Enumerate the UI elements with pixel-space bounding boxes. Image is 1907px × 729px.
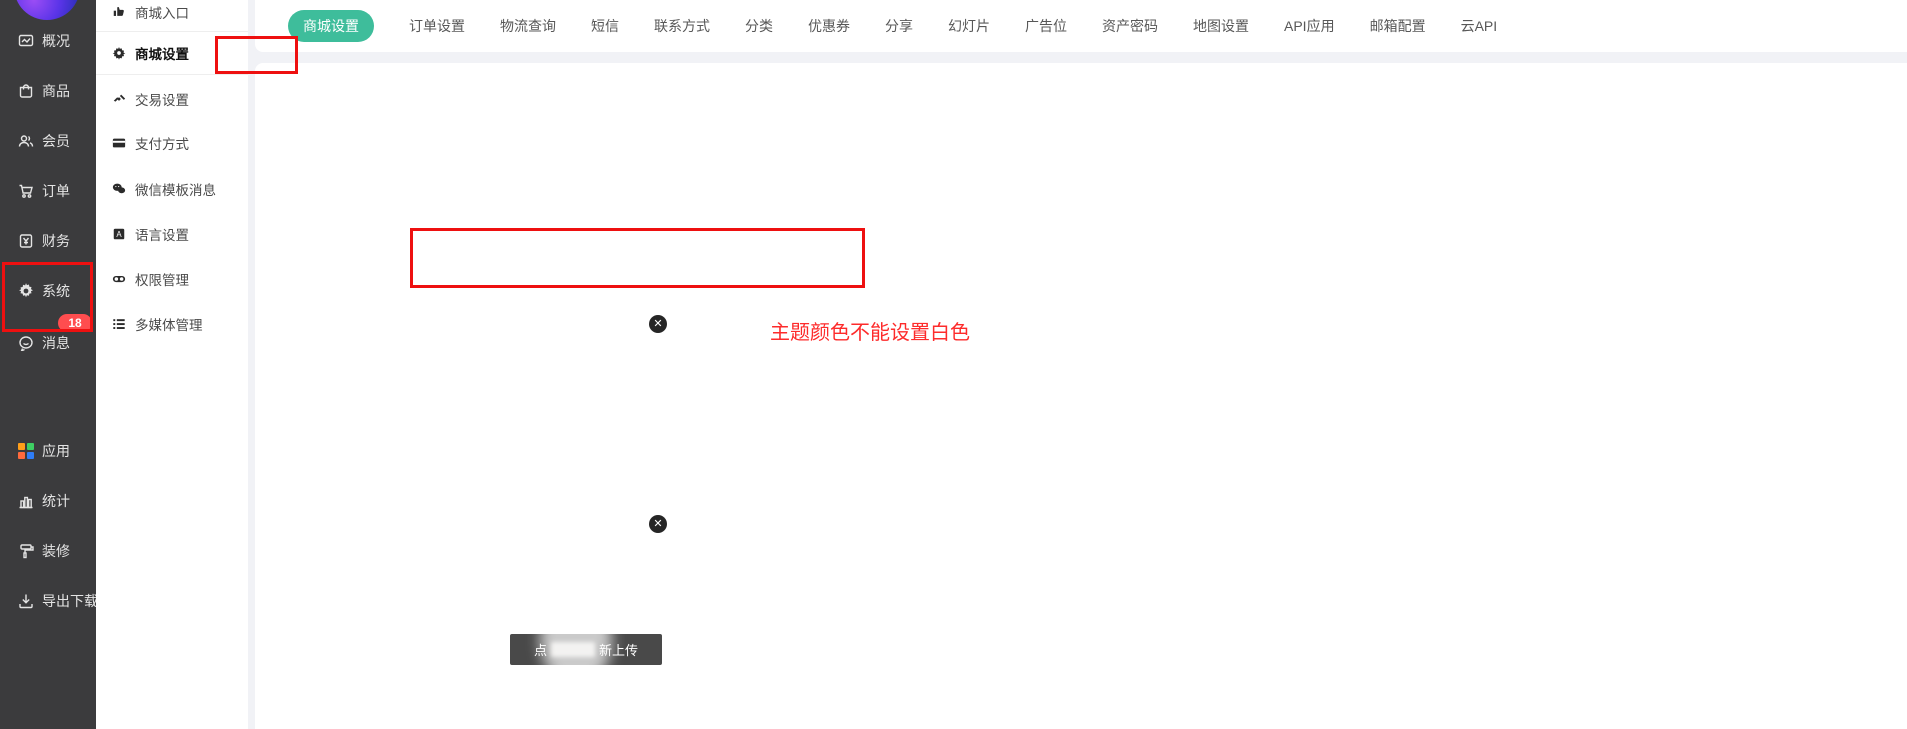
- paint-roller-icon: [17, 543, 34, 560]
- settings-tabbar: 商城设置 订单设置 物流查询 短信 联系方式 分类 优惠券 分享 幻灯片 广告位…: [255, 0, 1907, 52]
- submenu-item-label: 权限管理: [135, 269, 189, 289]
- message-icon: [17, 335, 34, 352]
- submenu-item-label: 交易设置: [135, 89, 189, 109]
- submenu-item-label: 商城设置: [135, 43, 189, 63]
- blurred-text-patch: [551, 642, 595, 657]
- submenu-item-payment[interactable]: 支付方式: [112, 133, 189, 153]
- tab-cloud-api[interactable]: 云API: [1461, 16, 1498, 36]
- shop-bag-icon: [17, 83, 34, 100]
- brand-logo[interactable]: [14, 0, 80, 20]
- submenu-item-mall-entrance[interactable]: 商城入口: [112, 2, 189, 22]
- poster-reupload-bar[interactable]: 点 新上传: [510, 634, 662, 665]
- sidebar-item-messages[interactable]: 消息: [17, 332, 70, 354]
- sidebar-item-label: 概况: [42, 31, 70, 51]
- admin-screen: 概况 商品 会员 订单 财务 系统 18 消息: [0, 0, 1907, 729]
- sidebar-item-label: 订单: [42, 181, 70, 201]
- sidebar-item-system[interactable]: 系统: [17, 280, 70, 302]
- logo-remove-button[interactable]: ✕: [649, 315, 667, 333]
- overview-icon: [17, 33, 34, 50]
- submenu-item-label: 多媒体管理: [135, 314, 203, 334]
- sidebar-item-label: 系统: [42, 281, 70, 301]
- gear-icon: [17, 283, 34, 300]
- sidebar-item-orders[interactable]: 订单: [17, 180, 70, 202]
- sidebar-item-label: 商品: [42, 81, 70, 101]
- submenu-item-mall-settings[interactable]: 商城设置: [112, 43, 189, 63]
- tab-category[interactable]: 分类: [745, 16, 773, 36]
- sidebar-item-finance[interactable]: 财务: [17, 230, 70, 252]
- sidebar-item-label: 装修: [42, 541, 70, 561]
- sidebar-item-label: 统计: [42, 491, 70, 511]
- entrance-icon: [112, 5, 126, 19]
- system-badge: 18: [58, 314, 92, 332]
- submenu-item-permissions[interactable]: 权限管理: [112, 269, 189, 289]
- language-icon: A: [112, 227, 126, 241]
- svg-text:A: A: [116, 230, 122, 239]
- members-icon: [17, 133, 34, 150]
- submenu-item-language[interactable]: A 语言设置: [112, 224, 189, 244]
- gear-icon: [112, 46, 126, 60]
- sidebar-item-overview[interactable]: 概况: [17, 30, 70, 52]
- submenu-divider: [96, 74, 248, 75]
- upload-bar-text-suffix: 新上传: [599, 640, 638, 659]
- tab-share[interactable]: 分享: [885, 16, 913, 36]
- tab-slides[interactable]: 幻灯片: [948, 16, 990, 36]
- apps-icon: [17, 443, 34, 460]
- submenu-item-label: 商城入口: [135, 2, 189, 22]
- submenu-item-label: 支付方式: [135, 133, 189, 153]
- sidebar-item-export[interactable]: 导出下载: [17, 590, 96, 612]
- sidebar-item-decorate[interactable]: 装修: [17, 540, 70, 562]
- submenu-item-label: 微信模板消息: [135, 179, 216, 199]
- download-icon: [17, 593, 34, 610]
- tab-coupon[interactable]: 优惠券: [808, 16, 850, 36]
- tab-asset-password[interactable]: 资产密码: [1102, 16, 1158, 36]
- submenu-item-media[interactable]: 多媒体管理: [112, 314, 203, 334]
- submenu-divider: [96, 31, 248, 32]
- tab-sms[interactable]: 短信: [591, 16, 619, 36]
- finance-icon: [17, 233, 34, 250]
- sidebar-item-stats[interactable]: 统计: [17, 490, 70, 512]
- tab-api-app[interactable]: API应用: [1284, 16, 1335, 36]
- cart-icon: [17, 183, 34, 200]
- submenu-item-wechat-template[interactable]: 微信模板消息: [112, 179, 216, 199]
- sidebar-item-apps[interactable]: 应用: [17, 440, 70, 462]
- tab-order-settings[interactable]: 订单设置: [409, 16, 465, 36]
- submenu-item-trade-settings[interactable]: 交易设置: [112, 89, 189, 109]
- submenu-panel: 商城入口 商城设置 交易设置 支付方式 微信模板消息 A 语言设置 权限管理 多: [96, 0, 248, 729]
- tab-map-settings[interactable]: 地图设置: [1193, 16, 1249, 36]
- settings-panel: [255, 63, 1907, 729]
- credit-card-icon: [112, 136, 126, 150]
- poster-remove-button[interactable]: ✕: [649, 515, 667, 533]
- tab-mail-config[interactable]: 邮箱配置: [1370, 16, 1426, 36]
- tab-ad-slots[interactable]: 广告位: [1025, 16, 1067, 36]
- sidebar-item-label: 应用: [42, 441, 70, 461]
- sidebar-item-label: 财务: [42, 231, 70, 251]
- annotation-note: 主题颜色不能设置白色: [770, 316, 970, 345]
- permission-toggle-icon: [112, 272, 126, 286]
- upload-bar-text-prefix: 点: [534, 640, 547, 659]
- main-sidebar: 概况 商品 会员 订单 财务 系统 18 消息: [0, 0, 96, 729]
- wechat-icon: [112, 182, 126, 196]
- tab-contact[interactable]: 联系方式: [654, 16, 710, 36]
- sidebar-item-label: 消息: [42, 333, 70, 353]
- sidebar-item-goods[interactable]: 商品: [17, 80, 70, 102]
- trade-icon: [112, 92, 126, 106]
- sidebar-item-members[interactable]: 会员: [17, 130, 70, 152]
- sidebar-item-label: 导出下载: [42, 591, 96, 611]
- tab-mall-settings[interactable]: 商城设置: [288, 10, 374, 42]
- tab-logistics[interactable]: 物流查询: [500, 16, 556, 36]
- sidebar-item-label: 会员: [42, 131, 70, 151]
- list-icon: [112, 317, 126, 331]
- bar-chart-icon: [17, 493, 34, 510]
- submenu-item-label: 语言设置: [135, 224, 189, 244]
